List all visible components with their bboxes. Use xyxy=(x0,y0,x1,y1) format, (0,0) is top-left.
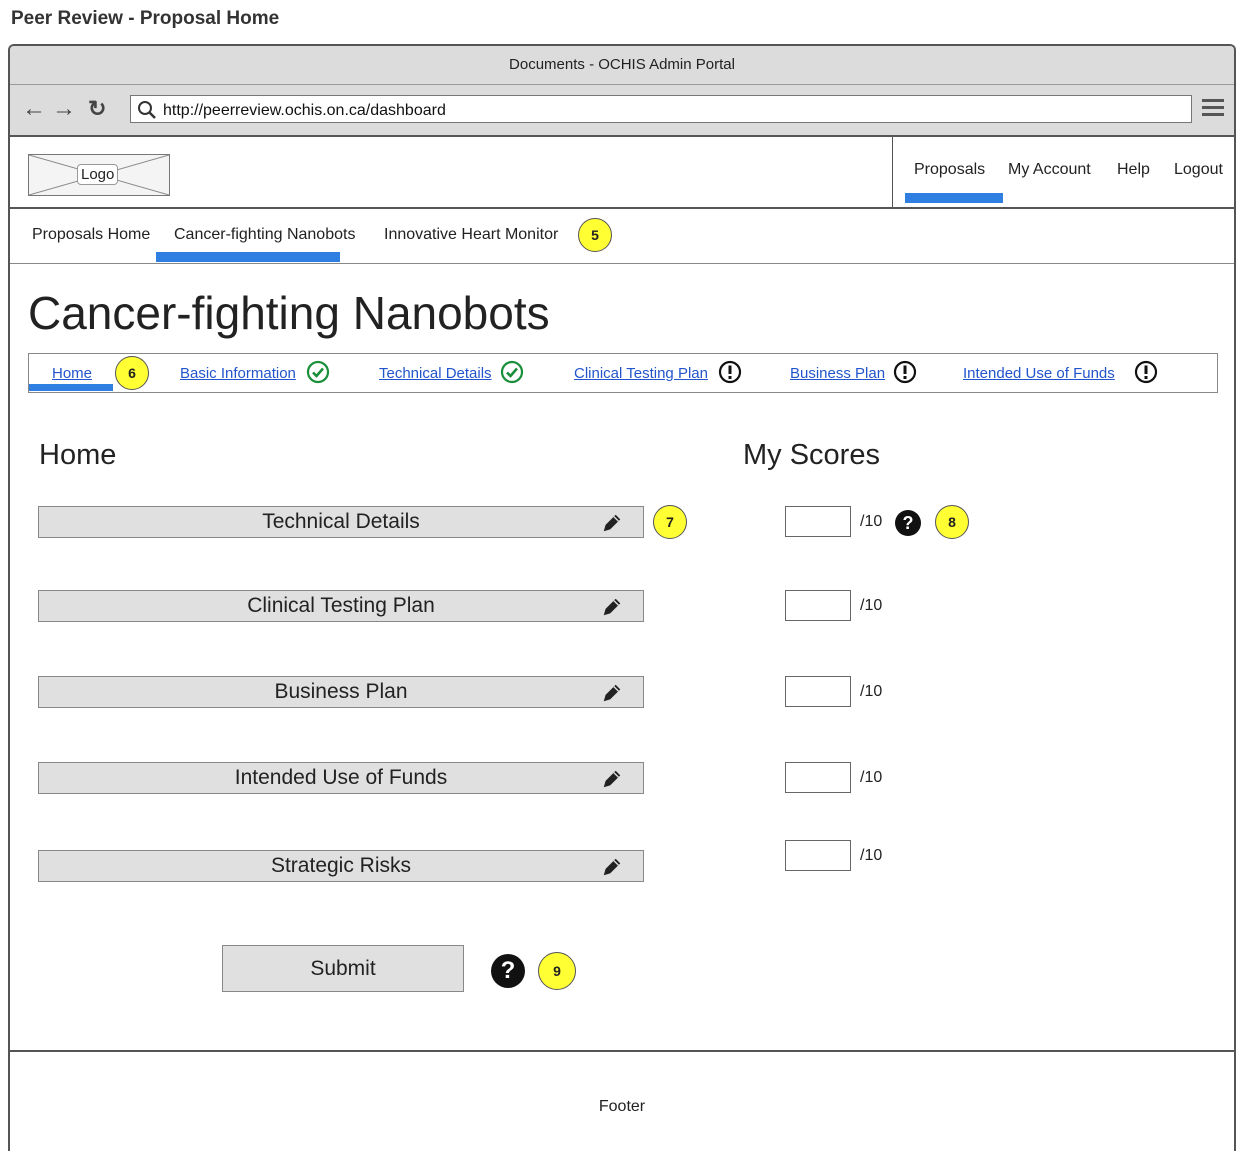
subnav-home[interactable]: Home xyxy=(52,365,92,382)
score-input-clinical-testing-plan[interactable] xyxy=(785,590,851,621)
footer-text: Footer xyxy=(598,1098,646,1115)
pencil-icon[interactable] xyxy=(601,596,623,618)
callout-5: 5 xyxy=(578,218,612,252)
exclamation-circle-icon xyxy=(718,360,742,384)
callout-6: 6 xyxy=(115,356,149,390)
score-max-label: /10 xyxy=(860,513,883,530)
section-label: Clinical Testing Plan xyxy=(247,594,435,617)
exclamation-circle-icon xyxy=(1134,360,1158,384)
logo-label: Logo xyxy=(77,164,119,185)
check-circle-icon xyxy=(500,360,524,384)
section-technical-details-button[interactable]: Technical Details xyxy=(38,506,644,538)
top-nav: Proposals My Account Help Logout xyxy=(892,137,1234,207)
score-max-label: /10 xyxy=(860,597,883,614)
section-business-plan-button[interactable]: Business Plan xyxy=(38,676,644,708)
section-label: Intended Use of Funds xyxy=(234,766,448,789)
score-max-label: /10 xyxy=(860,769,883,786)
score-input-intended-use-of-funds[interactable] xyxy=(785,762,851,793)
score-input-strategic-risks[interactable] xyxy=(785,840,851,871)
section-clinical-testing-plan-button[interactable]: Clinical Testing Plan xyxy=(38,590,644,622)
nav-logout[interactable]: Logout xyxy=(1174,161,1223,179)
pencil-icon[interactable] xyxy=(601,512,623,534)
question-circle-icon[interactable]: ? xyxy=(895,510,921,536)
reload-icon[interactable]: ↻ xyxy=(88,95,106,123)
tab-cancer-fighting-nanobots[interactable]: Cancer-fighting Nanobots xyxy=(174,226,355,244)
tab-proposals-home[interactable]: Proposals Home xyxy=(32,226,150,244)
section-label: Strategic Risks xyxy=(270,854,412,877)
subnav-active-indicator xyxy=(29,384,113,391)
url-text: http://peerreview.ochis.on.ca/dashboard xyxy=(163,102,446,119)
browser-window: Documents - OCHIS Admin Portal ← → ↻ htt… xyxy=(8,44,1236,1151)
nav-active-indicator xyxy=(905,193,1003,203)
logo[interactable]: Logo xyxy=(28,154,170,196)
proposal-title: Cancer-fighting Nanobots xyxy=(28,287,550,339)
nav-my-account[interactable]: My Account xyxy=(1008,161,1091,179)
section-label: Technical Details xyxy=(262,510,420,533)
section-label: Business Plan xyxy=(274,680,408,703)
submit-button[interactable]: Submit xyxy=(222,945,464,992)
site-header: Logo Proposals My Account Help Logout xyxy=(10,137,1234,209)
url-input[interactable]: http://peerreview.ochis.on.ca/dashboard xyxy=(130,95,1192,123)
section-subnav: Home 6 Basic Information Technical Detai… xyxy=(28,353,1218,393)
callout-8: 8 xyxy=(935,505,969,539)
forward-arrow-icon[interactable]: → xyxy=(52,95,76,123)
address-bar: ← → ↻ http://peerreview.ochis.on.ca/dash… xyxy=(10,85,1234,137)
home-heading: Home xyxy=(39,439,117,471)
nav-proposals[interactable]: Proposals xyxy=(914,161,985,179)
back-arrow-icon[interactable]: ← xyxy=(22,95,46,123)
subnav-intended-use-of-funds[interactable]: Intended Use of Funds xyxy=(963,365,1115,382)
score-max-label: /10 xyxy=(860,683,883,700)
tab-active-indicator xyxy=(156,252,340,262)
exclamation-circle-icon xyxy=(893,360,917,384)
my-scores-heading: My Scores xyxy=(743,439,880,471)
score-input-business-plan[interactable] xyxy=(785,676,851,707)
footer: Footer xyxy=(10,1050,1234,1151)
pencil-icon[interactable] xyxy=(601,856,623,878)
score-max-label: /10 xyxy=(860,847,883,864)
callout-9: 9 xyxy=(538,952,576,990)
subnav-business-plan[interactable]: Business Plan xyxy=(790,365,885,382)
check-circle-icon xyxy=(306,360,330,384)
hamburger-menu-icon[interactable] xyxy=(1202,99,1224,120)
section-strategic-risks-button[interactable]: Strategic Risks xyxy=(38,850,644,882)
window-title: Documents - OCHIS Admin Portal xyxy=(10,46,1234,85)
tab-innovative-heart-monitor[interactable]: Innovative Heart Monitor xyxy=(384,226,558,244)
subnav-technical-details[interactable]: Technical Details xyxy=(379,365,492,382)
pencil-icon[interactable] xyxy=(601,768,623,790)
callout-7: 7 xyxy=(653,505,687,539)
subnav-clinical-testing-plan[interactable]: Clinical Testing Plan xyxy=(574,365,708,382)
pencil-icon[interactable] xyxy=(601,682,623,704)
subnav-basic-information[interactable]: Basic Information xyxy=(180,365,296,382)
search-icon xyxy=(138,101,156,119)
question-circle-icon[interactable]: ? xyxy=(491,954,525,988)
page-title: Peer Review - Proposal Home xyxy=(11,8,280,29)
nav-help[interactable]: Help xyxy=(1117,161,1150,179)
section-intended-use-of-funds-button[interactable]: Intended Use of Funds xyxy=(38,762,644,794)
score-input-technical-details[interactable] xyxy=(785,506,851,537)
proposal-tabs: Proposals Home Cancer-fighting Nanobots … xyxy=(10,209,1234,264)
